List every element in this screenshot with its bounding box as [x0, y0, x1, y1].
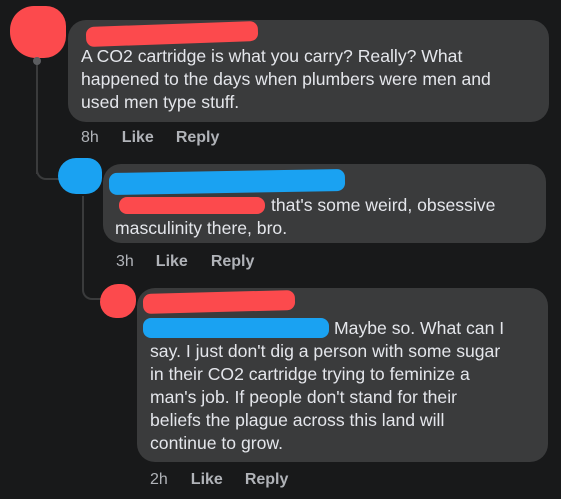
- commenter-name-redacted[interactable]: [142, 290, 296, 314]
- avatar-status-dot: [33, 57, 41, 65]
- comment-actions-2: 3h Like Reply: [116, 253, 254, 271]
- comment-text-3: say. I just don't dig a person with some…: [150, 341, 501, 453]
- comment-text-3-inline: Maybe so. What can I: [334, 318, 505, 338]
- comment-time-2: 3h: [116, 253, 134, 270]
- comment-time-3: 2h: [150, 471, 168, 488]
- reply-button-1[interactable]: Reply: [176, 129, 220, 147]
- mentioned-name-redacted: [119, 197, 265, 214]
- like-button-1[interactable]: Like: [122, 129, 154, 147]
- comment-actions-3: 2h Like Reply: [150, 471, 288, 489]
- commenter-name-redacted[interactable]: [85, 21, 259, 47]
- avatar-redacted[interactable]: [58, 158, 102, 194]
- comment-bubble-2: that's some weird, obsessive masculinity…: [103, 164, 546, 243]
- avatar-redacted[interactable]: [10, 6, 66, 58]
- reply-button-2[interactable]: Reply: [211, 253, 255, 271]
- avatar-redacted[interactable]: [100, 284, 136, 318]
- reply-button-3[interactable]: Reply: [245, 471, 289, 489]
- comment-time-1: 8h: [81, 129, 99, 146]
- thread-elbow-reply-2: [82, 272, 102, 300]
- comment-text-2-inline: that's some weird, obsessive: [271, 195, 496, 215]
- like-button-3[interactable]: Like: [191, 471, 223, 489]
- comment-bubble-1: A CO2 cartridge is what you carry? Reall…: [68, 20, 549, 122]
- commenter-name-redacted[interactable]: [108, 168, 346, 196]
- comment-text-2: masculinity there, bro.: [115, 218, 288, 238]
- comment-bubble-3: Maybe so. What can I say. I just don't d…: [137, 288, 548, 462]
- comment-text-1: A CO2 cartridge is what you carry? Reall…: [81, 46, 491, 112]
- thread-line-reply: [82, 196, 84, 276]
- mentioned-name-redacted: [143, 318, 329, 338]
- like-button-2[interactable]: Like: [156, 253, 188, 271]
- comment-actions-1: 8h Like Reply: [81, 129, 219, 147]
